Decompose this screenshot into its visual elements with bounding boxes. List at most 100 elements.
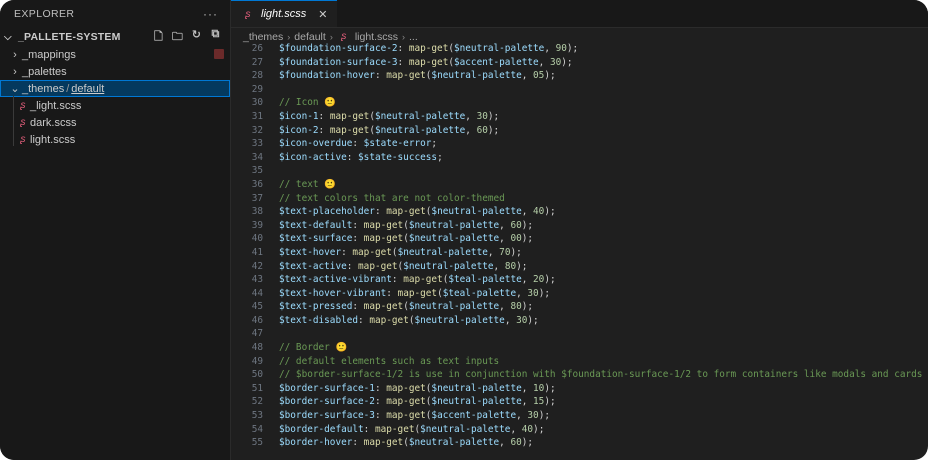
code-line[interactable]: 35 (231, 164, 928, 178)
code-line[interactable]: 42 $text-active: map-get($neutral-palette… (231, 260, 928, 274)
breadcrumb-item[interactable]: light.scss (355, 31, 398, 43)
path-separator: / (66, 82, 70, 95)
folder-label: _themes (22, 82, 65, 95)
line-number: 41 (251, 246, 263, 258)
subfolder-link[interactable]: default (71, 83, 104, 95)
code-line[interactable]: 53 $border-surface-3: map-get($accent-pal… (231, 409, 928, 423)
code-text: $text-surface: map-get($neutral-palette,… (279, 233, 534, 245)
sass-file-icon: ʂ (245, 8, 251, 20)
breadcrumb-item[interactable]: default (294, 31, 326, 43)
code-text: $foundation-surface-3: map-get($accent-p… (279, 56, 573, 68)
breadcrumb-item[interactable]: _themes (243, 31, 283, 43)
code-text: $text-placeholder: map-get($neutral-pale… (279, 206, 556, 218)
code-line[interactable]: 38 $text-placeholder: map-get($neutral-pa… (231, 205, 928, 219)
tree-folder-themes-default[interactable]: ⌄ _themes / default (0, 80, 230, 97)
chevron-down-icon: ⌄ (10, 83, 20, 95)
editor-area: ʂ light.scss ✕ _themes › default › ʂ lig… (231, 0, 928, 460)
line-number: 39 (251, 219, 263, 231)
code-line[interactable]: 40 $text-surface: map-get($neutral-palett… (231, 232, 928, 246)
code-line[interactable]: 43 $text-active-vibrant: map-get($teal-pa… (231, 273, 928, 287)
tab-light-scss[interactable]: ʂ light.scss ✕ (231, 0, 338, 27)
sass-file-icon: ʂ (20, 134, 26, 145)
code-text: $icon-1: map-get($neutral-palette, 30); (279, 110, 500, 122)
code-line[interactable]: 26 $foundation-surface-2: map-get($neutra… (231, 42, 928, 56)
code-line[interactable]: 36 // text 🙂 (231, 178, 928, 192)
code-line[interactable]: 54 $border-default: map-get($neutral-pale… (231, 423, 928, 437)
tree-file-light-partial[interactable]: ʂ _light.scss (0, 97, 230, 114)
code-line[interactable]: 48 // Border 🙂 (231, 341, 928, 355)
tab-label: light.scss (261, 8, 307, 20)
code-line[interactable]: 47 (231, 327, 928, 341)
code-text: $icon-active: $state-success; (279, 151, 443, 163)
line-number: 43 (251, 274, 263, 286)
line-number: 26 (251, 43, 263, 54)
chevron-right-icon: › (402, 31, 405, 42)
code-line[interactable]: 49 // default elements such as text input… (231, 355, 928, 369)
modified-badge (214, 49, 224, 59)
code-line[interactable]: 37 // text colors that are not color-them… (231, 192, 928, 206)
tree-folder-palettes[interactable]: › _palettes (0, 63, 230, 80)
line-number: 36 (251, 178, 263, 190)
line-number: 28 (251, 70, 263, 82)
code-text: // text 🙂 (279, 178, 336, 190)
more-actions-icon[interactable]: ··· (203, 7, 218, 21)
code-line[interactable]: 52 $border-surface-2: map-get($neutral-pa… (231, 395, 928, 409)
line-number: 35 (251, 165, 263, 177)
code-line[interactable]: 33 $icon-overdue: $state-error; (231, 137, 928, 151)
sass-file-icon: ʂ (20, 117, 26, 128)
code-text: $border-surface-2: map-get($neutral-pale… (279, 396, 556, 408)
code-line[interactable]: 32 $icon-2: map-get($neutral-palette, 60)… (231, 124, 928, 138)
line-number: 51 (251, 382, 263, 394)
code-line[interactable]: 41 $text-hover: map-get($neutral-palette,… (231, 246, 928, 260)
line-number: 47 (251, 328, 263, 340)
new-folder-icon[interactable]: 🗀 (171, 28, 184, 47)
code-line[interactable]: 50 // $border-surface-1/2 is use in conju… (231, 368, 928, 382)
code-line[interactable]: 55 $border-hover: map-get($neutral-palett… (231, 436, 928, 450)
code-text: $text-default: map-get($neutral-palette,… (279, 219, 534, 231)
code-line[interactable]: 27 $foundation-surface-3: map-get($accent… (231, 56, 928, 70)
code-line[interactable]: 45 $text-pressed: map-get($neutral-palett… (231, 300, 928, 314)
code-text: $text-active-vibrant: map-get($teal-pale… (279, 274, 556, 286)
chevron-right-icon: › (13, 65, 17, 78)
explorer-actions: 🗋 🗀 ↻ ⧉ (152, 28, 230, 47)
folder-label: _palettes (22, 65, 67, 78)
new-file-icon[interactable]: 🗋 (152, 28, 165, 47)
line-number: 31 (251, 110, 263, 122)
code-text: $border-hover: map-get($neutral-palette,… (279, 437, 534, 449)
line-number: 55 (251, 437, 263, 449)
tree-file-light[interactable]: ʂ light.scss (0, 131, 230, 148)
line-number: 40 (251, 233, 263, 245)
line-number: 44 (251, 287, 263, 299)
code-line[interactable]: 34 $icon-active: $state-success; (231, 151, 928, 165)
code-line[interactable]: 39 $text-default: map-get($neutral-palett… (231, 219, 928, 233)
code-line[interactable]: 28 $foundation-hover: map-get($neutral-pa… (231, 69, 928, 83)
code-line[interactable]: 29 (231, 83, 928, 97)
workspace-root[interactable]: ⌵ _PALLETE-SYSTEM 🗋 🗀 ↻ ⧉ (0, 28, 230, 46)
code-line[interactable]: 31 $icon-1: map-get($neutral-palette, 30)… (231, 110, 928, 124)
code-line[interactable]: 30 // Icon 🙂 (231, 96, 928, 110)
collapse-all-icon[interactable]: ⧉ (209, 28, 222, 47)
code-text: // $border-surface-1/2 is use in conjunc… (279, 369, 923, 381)
code-editor[interactable]: 26 $foundation-surface-2: map-get($neutra… (231, 42, 928, 450)
line-number: 34 (251, 151, 263, 163)
line-number: 33 (251, 138, 263, 150)
code-text: $icon-2: map-get($neutral-palette, 60); (279, 124, 500, 136)
code-line[interactable]: 44 $text-hover-vibrant: map-get($teal-pal… (231, 287, 928, 301)
code-text: $border-surface-1: map-get($neutral-pale… (279, 382, 556, 394)
refresh-icon[interactable]: ↻ (190, 28, 203, 47)
line-number: 32 (251, 124, 263, 136)
breadcrumb-item[interactable]: ... (409, 31, 418, 43)
tree-folder-mappings[interactable]: › _mappings (0, 46, 230, 63)
explorer-title: EXPLORER (14, 8, 75, 20)
file-label: dark.scss (30, 116, 77, 129)
code-text: $text-hover: map-get($neutral-palette, 7… (279, 246, 522, 258)
editor-window: EXPLORER ··· ⌵ _PALLETE-SYSTEM 🗋 🗀 ↻ ⧉ ›… (0, 0, 928, 460)
code-text: $icon-overdue: $state-error; (279, 138, 438, 150)
close-icon[interactable]: ✕ (318, 8, 327, 21)
code-line[interactable]: 46 $text-disabled: map-get($neutral-palet… (231, 314, 928, 328)
tree-file-dark[interactable]: ʂ dark.scss (0, 114, 230, 131)
chevron-right-icon: › (13, 48, 17, 61)
line-number: 38 (251, 206, 263, 218)
sass-file-icon: ʂ (341, 31, 347, 42)
code-line[interactable]: 51 $border-surface-1: map-get($neutral-pa… (231, 382, 928, 396)
